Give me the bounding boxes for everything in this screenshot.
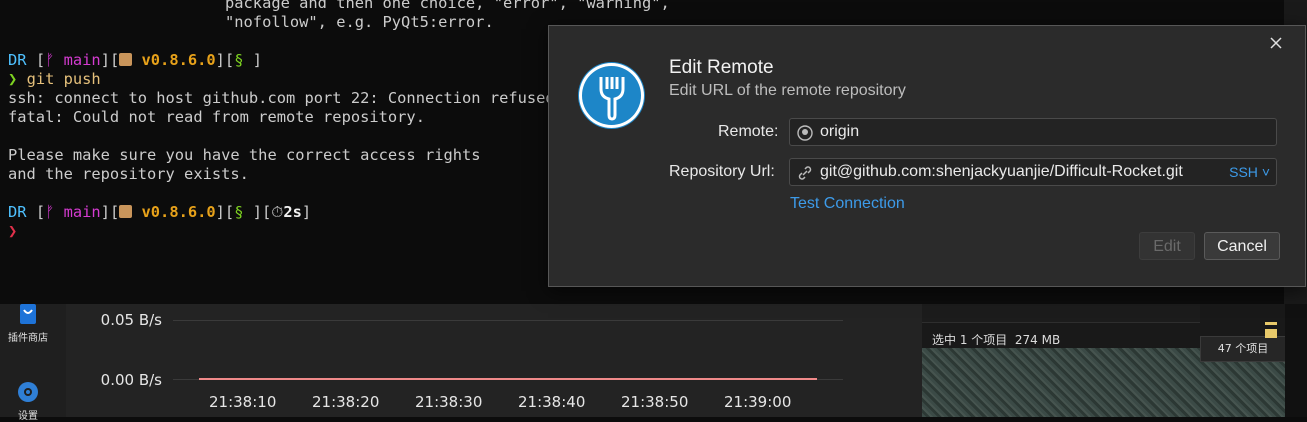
stopwatch-icon: ⏱	[271, 203, 284, 221]
terminal-output-line: fatal: Could not read from remote reposi…	[8, 108, 425, 126]
close-button[interactable]	[1265, 32, 1287, 54]
grid-line	[173, 320, 843, 321]
terminal-prompt: DR [ᚠ main][ v0.8.6.0][§ ][⏱2s]	[8, 203, 312, 221]
package-icon	[119, 205, 133, 218]
edit-button[interactable]: Edit	[1139, 232, 1195, 260]
explorer-scrollbar[interactable]	[1285, 304, 1307, 417]
edit-remote-dialog: Edit Remote Edit URL of the remote repos…	[548, 25, 1306, 287]
remote-field[interactable]: origin	[789, 118, 1277, 146]
python-icon: §	[234, 203, 244, 221]
selection-status: 选中 1 个项目 274 MB	[932, 333, 1061, 347]
prompt-user: DR	[8, 203, 27, 221]
x-axis-tick: 21:38:40	[518, 393, 586, 411]
item-count: 47 个项目	[1200, 336, 1286, 362]
git-branch-icon: ᚠ	[45, 203, 55, 221]
prompt-duration: 2s	[283, 203, 302, 221]
store-icon	[20, 304, 36, 324]
git-branch-icon: ᚠ	[45, 51, 55, 69]
protocol-select[interactable]: SSH ˅	[1229, 164, 1270, 180]
terminal-command: git push	[26, 70, 101, 88]
url-label: Repository Url:	[669, 163, 775, 180]
repository-url-field[interactable]: git@github.com:shenjackyuanjie/Difficult…	[789, 158, 1277, 186]
speed-line	[199, 378, 817, 380]
app-sidebar: 插件商店 设置	[0, 304, 66, 422]
terminal-command-line: ❯ git push	[8, 70, 101, 89]
terminal-output-line: and the repository exists.	[8, 165, 249, 183]
settings-icon	[18, 382, 38, 402]
file-explorer: 选中 1 个项目 274 MB 47 个项目	[922, 304, 1307, 417]
highlight-mark	[1265, 322, 1277, 325]
prompt-version: v0.8.6.0	[141, 51, 216, 69]
sidebar-item-settings[interactable]: 设置	[0, 380, 56, 422]
prompt-user: DR	[8, 51, 27, 69]
prompt-arrow: ❯	[8, 70, 18, 88]
close-icon	[1270, 37, 1282, 49]
package-icon	[119, 53, 133, 66]
terminal-output-line: ssh: connect to host github.com port 22:…	[8, 89, 555, 107]
prompt-branch: main	[63, 51, 101, 69]
dialog-subtitle: Edit URL of the remote repository	[669, 82, 906, 99]
terminal-help-line: "nofollow", e.g. PyQt5:error.	[225, 13, 494, 31]
prompt-cursor-arrow: ❯	[8, 222, 18, 240]
dialog-title: Edit Remote	[669, 57, 774, 78]
x-axis-tick: 21:38:10	[209, 393, 277, 411]
prompt-branch: main	[63, 203, 101, 221]
fork-icon	[579, 63, 644, 128]
terminal-prompt: DR [ᚠ main][ v0.8.6.0][§ ]	[8, 51, 263, 69]
terminal-output-line: Please make sure you have the correct ac…	[8, 146, 481, 164]
terminal-help-line: package and then one choice, "error", "w…	[225, 0, 670, 12]
remote-label: Remote:	[718, 123, 779, 140]
cancel-button[interactable]: Cancel	[1204, 232, 1280, 260]
x-axis-tick: 21:39:00	[724, 393, 792, 411]
folder-icon	[1265, 329, 1277, 338]
chevron-down-icon: ˅	[1261, 164, 1270, 180]
sidebar-item-label: 插件商店	[8, 333, 48, 344]
y-axis-label: 0.00 B/s	[100, 371, 162, 389]
repository-url-value: git@github.com:shenjackyuanjie/Difficult…	[820, 163, 1183, 180]
link-icon	[798, 166, 812, 180]
protocol-value: SSH	[1229, 164, 1258, 180]
network-speed-graph: 0.05 B/s 0.00 B/s 21:38:10 21:38:20 21:3…	[66, 304, 922, 417]
file-list-row[interactable]	[922, 304, 1200, 323]
github-icon	[797, 125, 813, 141]
sidebar-item-store[interactable]: 插件商店	[0, 304, 56, 344]
prompt-version: v0.8.6.0	[141, 203, 216, 221]
x-axis-tick: 21:38:20	[312, 393, 380, 411]
x-axis-tick: 21:38:50	[621, 393, 689, 411]
y-axis-label: 0.05 B/s	[100, 311, 162, 329]
x-axis-tick: 21:38:30	[415, 393, 483, 411]
remote-value: origin	[820, 123, 860, 140]
python-icon: §	[234, 51, 244, 69]
test-connection-link[interactable]: Test Connection	[790, 195, 905, 213]
